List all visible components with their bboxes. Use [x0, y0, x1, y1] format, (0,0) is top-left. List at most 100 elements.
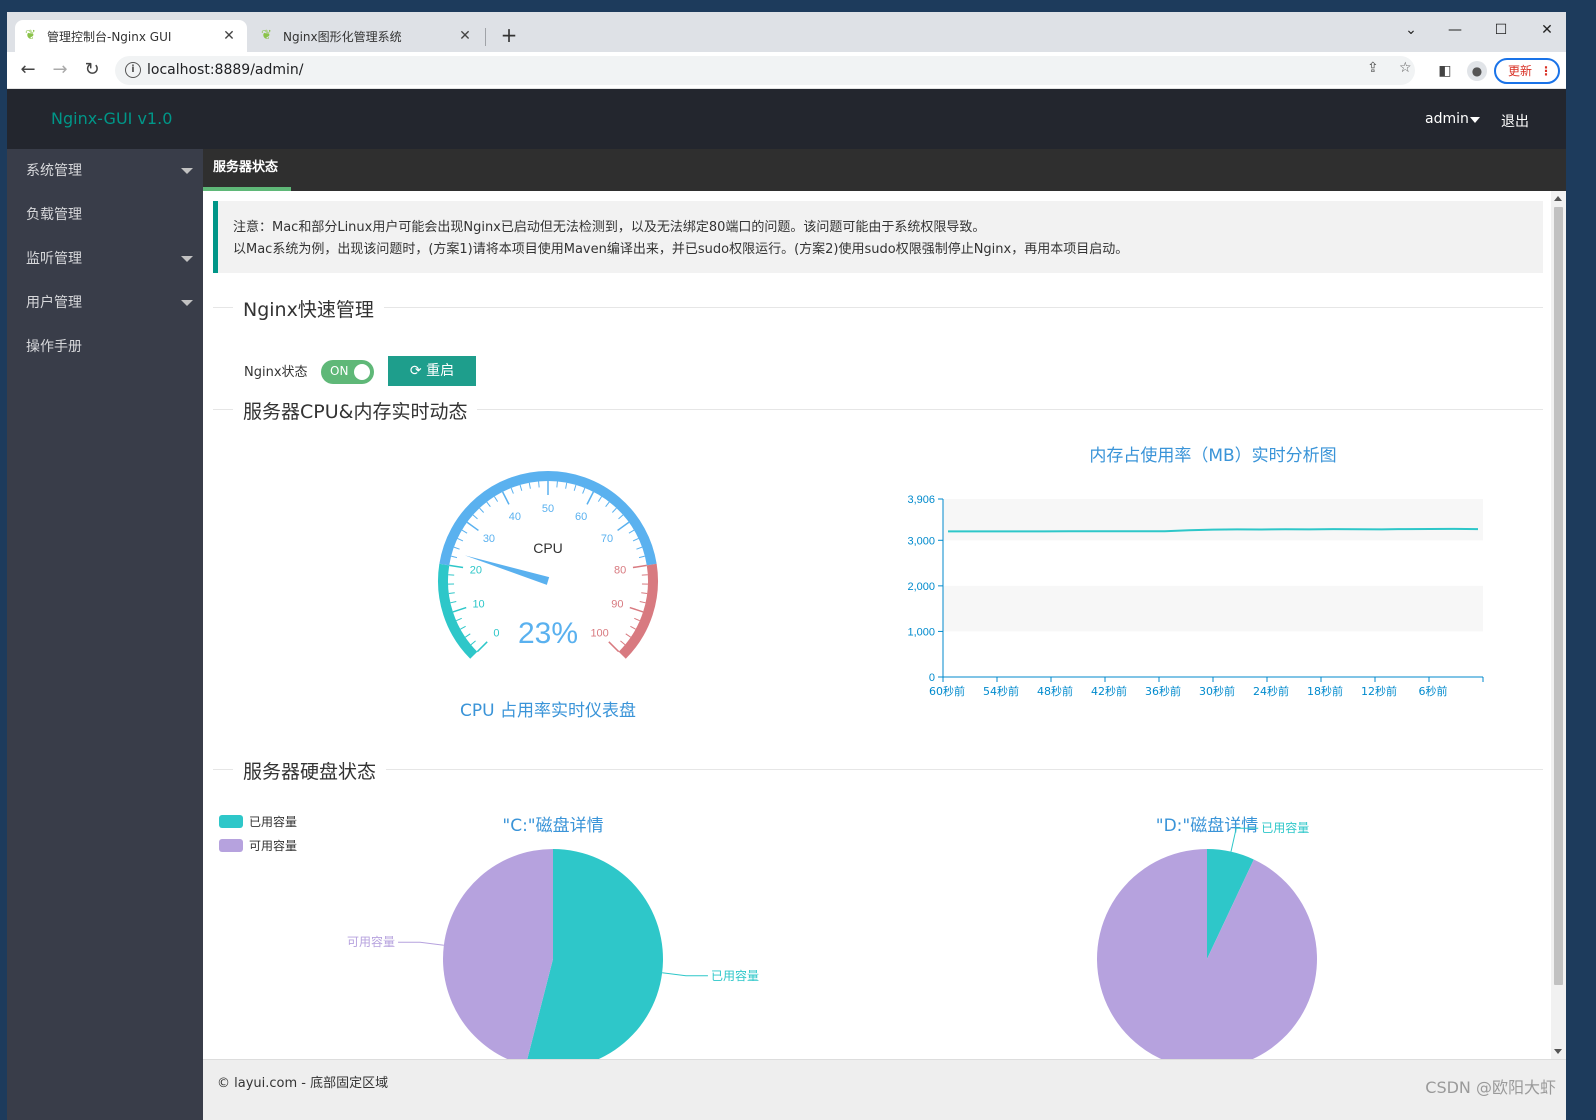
app-logo[interactable]: Nginx-GUI v1.0	[51, 109, 172, 128]
gauge-tick	[629, 606, 644, 613]
footer: © layui.com - 底部固定区域 CSDN @欧阳大虾	[203, 1059, 1566, 1120]
gauge-tick	[573, 484, 577, 491]
y-tick-label: 2,000	[907, 581, 935, 593]
gauge-tick	[501, 491, 510, 505]
footer-text: © layui.com - 底部固定区域	[217, 1076, 389, 1091]
gauge-tick	[479, 507, 485, 513]
browser-tabstrip: ❦ 管理控制台-Nginx GUI ✕ ❦ Nginx图形化管理系统 ✕ + ⌄…	[7, 12, 1566, 52]
y-tick-label: 3,000	[907, 535, 935, 547]
scroll-thumb[interactable]	[1554, 207, 1563, 985]
gauge-tick-label: 20	[470, 565, 482, 577]
sidebar-item-listen[interactable]: 监听管理	[7, 237, 203, 281]
browser-tab[interactable]: ❦ Nginx图形化管理系统 ✕	[251, 20, 483, 52]
tab-close-icon[interactable]: ✕	[221, 28, 237, 44]
update-button[interactable]: 更新 ⋮	[1494, 58, 1560, 84]
gauge-tick	[456, 617, 462, 622]
notice-line: 以Mac系统为例，出现该问题时，(方案1)请将本项目使用Maven编译出来，并已…	[233, 242, 1129, 257]
gauge-tick	[586, 491, 595, 505]
gauge-tick	[634, 617, 640, 622]
gauge-tick	[638, 555, 645, 559]
spring-leaf-icon: ❦	[25, 28, 36, 43]
close-window-button[interactable]: ✕	[1529, 16, 1565, 44]
user-menu[interactable]: admin	[1425, 111, 1469, 127]
nginx-status-label: Nginx状态	[244, 365, 308, 380]
gauge-tick	[453, 546, 460, 550]
sidebar-item-manual[interactable]: 操作手册	[7, 325, 203, 369]
scroll-down-arrow-icon[interactable]	[1554, 1049, 1562, 1054]
gauge-center-label: CPU	[533, 540, 563, 556]
gauge-tick	[460, 625, 466, 630]
address-bar[interactable]: i localhost:8889/admin/ ⇪ ☆	[115, 56, 1415, 85]
gauge-tick-label: 100	[590, 628, 608, 640]
toggle-knob	[354, 364, 370, 380]
side-panel-icon[interactable]: ◧	[1435, 61, 1455, 81]
gauge-tick	[641, 592, 648, 595]
main-tab-bar: 服务器状态	[203, 149, 1566, 191]
gauge-tick	[465, 633, 471, 638]
scroll-up-arrow-icon[interactable]	[1554, 196, 1562, 201]
logout-link[interactable]: 退出	[1501, 111, 1529, 131]
gauge-tick	[611, 507, 617, 513]
gauge-tick-label: 90	[611, 599, 623, 611]
gauge-tick	[449, 564, 464, 569]
content-scrollbar[interactable]	[1551, 191, 1566, 1059]
x-tick-label: 54秒前	[983, 684, 1019, 698]
restart-label: 重启	[426, 363, 455, 379]
restart-button[interactable]: ⟳ 重启	[388, 356, 476, 386]
profile-avatar-icon[interactable]: ●	[1467, 61, 1487, 81]
x-tick-label: 42秒前	[1091, 684, 1127, 698]
section-disk: 服务器硬盘状态	[213, 757, 1543, 784]
grid-band	[943, 585, 1483, 632]
x-tick-label: 6秒前	[1419, 684, 1448, 698]
gauge-tick	[608, 641, 620, 653]
new-tab-button[interactable]: +	[497, 24, 521, 48]
gauge-tick	[618, 514, 624, 520]
gauge-tick	[466, 521, 479, 532]
gauge-tick-label: 60	[575, 511, 587, 523]
legend-swatch	[219, 839, 243, 852]
sidebar-item-system[interactable]: 系统管理	[7, 149, 203, 193]
gauge-tick	[632, 564, 647, 569]
minimize-button[interactable]: —	[1437, 16, 1473, 44]
gauge-tick	[620, 640, 626, 646]
section-title: Nginx快速管理	[233, 295, 384, 322]
sidebar-item-label: 操作手册	[26, 339, 82, 355]
share-icon[interactable]: ⇪	[1367, 60, 1379, 76]
gauge-tick	[457, 537, 464, 542]
update-label: 更新	[1508, 64, 1533, 78]
notice-line: 注意：Mac和部分Linux用户可能会出现Nginx已启动但无法检测到，以及无法…	[233, 220, 986, 235]
tab-close-icon[interactable]: ✕	[457, 28, 473, 44]
gauge-tick	[472, 514, 478, 520]
site-info-icon[interactable]: i	[125, 62, 141, 78]
toggle-label: ON	[330, 364, 349, 378]
tab-server-status[interactable]: 服务器状态	[203, 149, 291, 191]
y-tick-label: 3,906	[907, 494, 935, 506]
maximize-button[interactable]: ☐	[1483, 16, 1519, 44]
bookmark-star-icon[interactable]: ☆	[1399, 60, 1412, 76]
disk-d-pie-chart: "D:"磁盘详情已用容量可用容量	[1097, 816, 1317, 1059]
sidebar-item-load-balance[interactable]: 负载管理	[7, 193, 203, 237]
browser-tab-active[interactable]: ❦ 管理控制台-Nginx GUI ✕	[15, 20, 247, 52]
reload-icon[interactable]: ↻	[79, 57, 105, 83]
gauge-tick	[528, 482, 531, 489]
browser-window: ❦ 管理控制台-Nginx GUI ✕ ❦ Nginx图形化管理系统 ✕ + ⌄…	[7, 12, 1566, 1120]
gauge-tick	[519, 484, 523, 491]
pie-label-line	[662, 972, 708, 977]
gauge-value: 23%	[518, 617, 578, 650]
sidebar-item-users[interactable]: 用户管理	[7, 281, 203, 325]
tab-search-icon[interactable]: ⌄	[1393, 16, 1429, 44]
pie-slice	[1097, 849, 1317, 1059]
gauge-tick-label: 30	[483, 533, 495, 545]
nginx-status-toggle[interactable]: ON	[321, 360, 374, 384]
sidebar-item-label: 系统管理	[26, 163, 82, 179]
refresh-icon: ⟳	[409, 363, 422, 379]
gauge-tick	[510, 487, 514, 494]
forward-arrow-icon[interactable]: →	[47, 57, 73, 83]
cpu-gauge-chart: 0 10 20 30 40 50 60 70 80 90 100 CPU 23% CPU 占用率实时仪表盘	[438, 471, 658, 721]
tab-title: 管理控制台-Nginx GUI	[47, 29, 172, 44]
spring-leaf-icon: ❦	[261, 28, 272, 43]
gauge-tick	[636, 546, 643, 550]
y-tick-label: 1,000	[907, 626, 935, 638]
gauge-tick-label: 70	[601, 533, 613, 545]
back-arrow-icon[interactable]: ←	[15, 57, 41, 83]
